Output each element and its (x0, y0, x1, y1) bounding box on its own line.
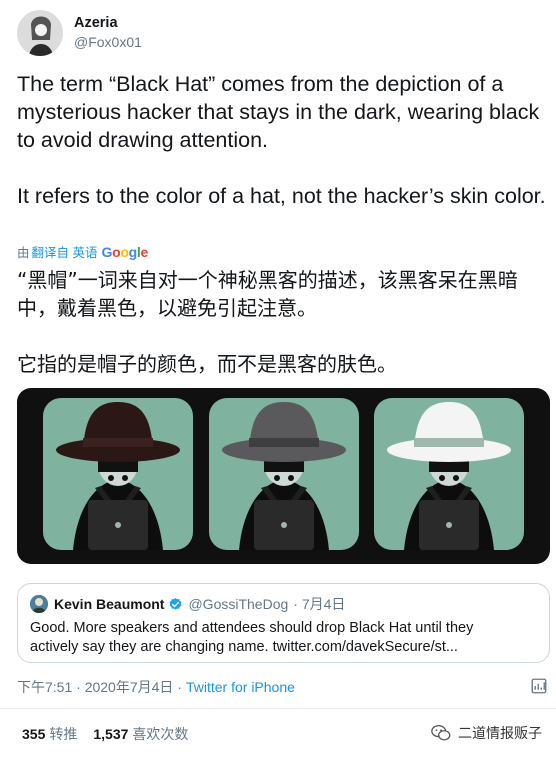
tweet-timestamp[interactable]: 下午7:51 · 2020年7月4日 · (17, 677, 182, 697)
author-display-name[interactable]: Azeria (74, 14, 142, 33)
translated-from-link[interactable]: 翻译自 英语 (32, 242, 98, 261)
quoted-tweet-date: · 7月4日 (293, 596, 346, 612)
analytics-icon[interactable] (530, 677, 548, 695)
google-logo: Google (101, 243, 149, 260)
translation-attribution: 由 翻译自 英语 Google (17, 242, 148, 261)
tweet-source-link[interactable]: Twitter for iPhone (186, 679, 295, 695)
likes-label[interactable]: 喜欢次数 (132, 724, 188, 744)
translated-by-prefix: 由 (17, 246, 30, 260)
likes-count[interactable]: 1,537 (93, 726, 128, 742)
engagement-stats: 355 转推 1,537 喜欢次数 (22, 724, 204, 744)
tweet-translation: “黑帽”一词来自对一个神秘黑客的描述，该黑客呆在黑暗中，戴着黑色，以避免引起注意… (17, 268, 518, 376)
quoted-author-name: Kevin Beaumont (54, 596, 165, 612)
quoted-author-handle: @GossiTheDog (188, 596, 289, 612)
tweet-header: Azeria @Fox0x01 (17, 10, 142, 56)
tweet-meta: 下午7:51 · 2020年7月4日 · Twitter for iPhone (17, 677, 552, 697)
wechat-icon (431, 725, 451, 741)
tweet-text: The term “Black Hat” comes from the depi… (17, 72, 546, 208)
hacker-figure-white-hat (374, 398, 524, 550)
hacker-figure-grey-hat (209, 398, 359, 550)
retweets-count[interactable]: 355 (22, 726, 45, 742)
author-avatar[interactable] (17, 10, 63, 56)
hacker-illustration (43, 398, 524, 550)
watermark-text: 二道情报贩子 (458, 725, 542, 741)
wechat-watermark: 二道情报贩子 (430, 722, 542, 744)
tweet-media-image[interactable] (17, 388, 550, 564)
verified-badge-icon (170, 597, 182, 610)
quoted-author-avatar (30, 595, 48, 613)
stats-divider (0, 708, 556, 709)
author-names: Azeria @Fox0x01 (74, 14, 142, 52)
quoted-tweet-text-line-1: Good. More speakers and attendees should… (30, 620, 474, 636)
quoted-tweet-text-line-2: actively say they are changing name. twi… (30, 639, 458, 655)
quoted-tweet-header: Kevin Beaumont @GossiTheDog · 7月4日 (30, 594, 537, 614)
author-handle[interactable]: @Fox0x01 (74, 33, 142, 52)
quoted-tweet[interactable]: Kevin Beaumont @GossiTheDog · 7月4日 Good.… (17, 583, 550, 663)
hacker-figure-black-hat (43, 398, 193, 550)
retweets-label[interactable]: 转推 (49, 724, 77, 744)
